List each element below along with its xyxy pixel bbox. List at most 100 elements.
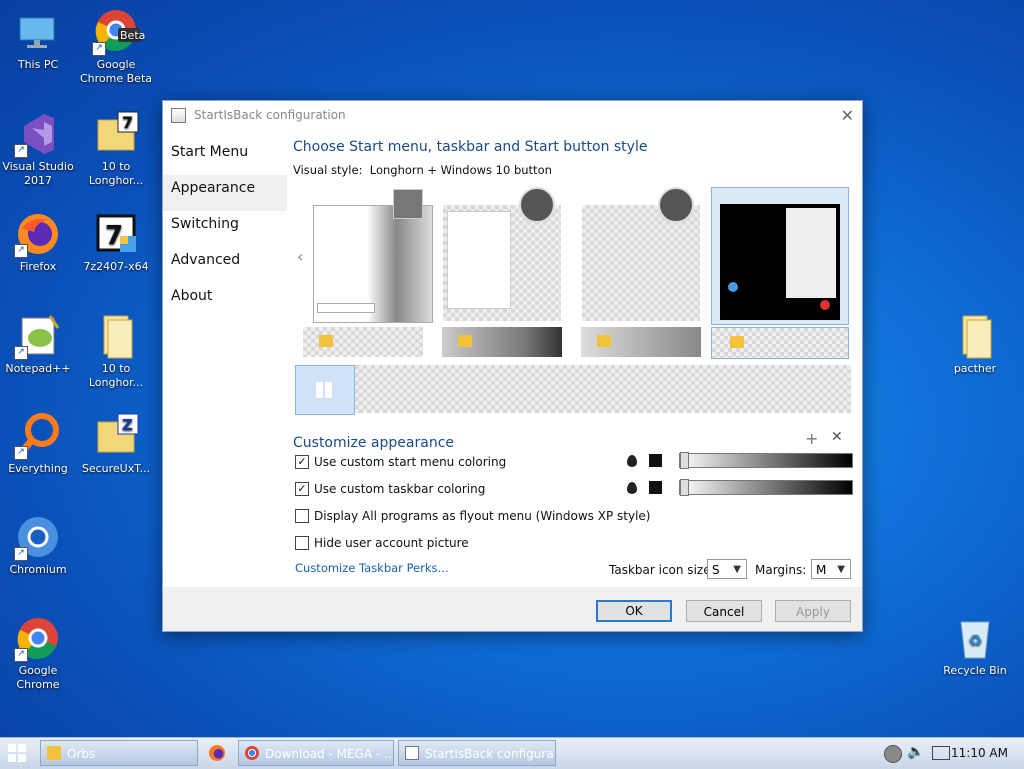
slider-knob[interactable]	[680, 479, 689, 496]
monitor-icon	[14, 8, 62, 56]
7zip-installer-icon: 7	[92, 210, 140, 258]
desktop-icon-recycle-bin[interactable]: ♻ Recycle Bin	[937, 614, 1013, 678]
svg-text:Z: Z	[122, 416, 133, 434]
desktop-icon-label: 10 to Longhor...	[88, 160, 144, 187]
windows-logo-icon	[8, 744, 26, 762]
slider-knob[interactable]	[680, 452, 689, 469]
option-hide-user-picture[interactable]: Hide user account picture	[295, 536, 469, 550]
desktop-icon-label: 7z2407-x64	[83, 260, 149, 273]
desktop-icon-label: This PC	[17, 58, 59, 71]
appearance-panel: Choose Start menu, taskbar and Start but…	[293, 137, 853, 579]
option-start-menu-coloring[interactable]: ✓ Use custom start menu coloring	[295, 455, 506, 469]
nav-item-switching[interactable]: Switching	[163, 211, 287, 247]
network-globe-icon[interactable]	[884, 745, 902, 763]
cancel-button[interactable]: Cancel	[686, 600, 762, 622]
desktop-icon-this-pc[interactable]: This PC	[0, 8, 76, 72]
folder-icon	[458, 335, 472, 347]
desktop-icon-firefox[interactable]: ↗ Firefox	[0, 210, 76, 274]
shortcut-arrow-icon: ↗	[14, 244, 28, 258]
clock[interactable]: 11:10 AM	[951, 746, 1008, 760]
ok-button[interactable]: OK	[596, 600, 672, 622]
visual-style-value: Longhorn + Windows 10 button	[369, 163, 552, 177]
nav-item-about[interactable]: About	[163, 283, 287, 319]
firefox-icon[interactable]	[209, 745, 225, 761]
start-menu-color-slider[interactable]	[679, 452, 853, 469]
side-nav: Start Menu Appearance Switching Advanced…	[163, 139, 287, 319]
color-swatch[interactable]	[649, 481, 662, 494]
chromium-icon: ↗	[14, 513, 62, 561]
desktop-icon-10-to-longhorn-2[interactable]: 10 to Longhor...	[78, 312, 154, 390]
icon-size-select[interactable]: S ▼	[707, 559, 747, 579]
checkbox-unchecked-icon[interactable]	[295, 509, 309, 523]
taskbar-thumb-3[interactable]	[581, 327, 701, 357]
nav-item-advanced[interactable]: Advanced	[163, 247, 287, 283]
margins-select[interactable]: M ▼	[811, 559, 851, 579]
start-button[interactable]	[8, 744, 26, 762]
style-thumb-2[interactable]	[443, 187, 561, 321]
title-bar[interactable]: StartIsBack configuration	[163, 101, 862, 129]
magnifier-icon: ↗	[14, 412, 62, 460]
checkbox-unchecked-icon[interactable]	[295, 536, 309, 550]
desktop-icon-everything[interactable]: ↗ Everything	[0, 412, 76, 476]
remove-icon[interactable]: ✕	[831, 429, 843, 445]
desktop-icon-7zip[interactable]: 7 7 7z2407-x64	[78, 210, 154, 274]
taskbar-thumb-4-selected[interactable]	[711, 327, 849, 359]
color-swatch[interactable]	[649, 454, 662, 467]
svg-text:7: 7	[122, 113, 133, 132]
desktop-icon-notepadpp[interactable]: ↗ Notepad++	[0, 312, 76, 376]
desktop-icon-label: pacther	[953, 362, 997, 375]
taskbar-color-slider[interactable]	[679, 479, 853, 496]
taskbar-item-mega[interactable]: Download - MEGA - ...	[238, 740, 394, 766]
desktop-icon-10-to-longhorn-1[interactable]: 7 10 to Longhor...	[78, 110, 154, 188]
chevron-down-icon: ▼	[837, 564, 845, 575]
style-thumb-1[interactable]	[313, 187, 433, 323]
option-label: Use custom start menu coloring	[314, 455, 507, 469]
style-thumb-4-selected[interactable]	[711, 187, 849, 325]
folder-icon	[597, 335, 611, 347]
desktop-icon-pacther[interactable]: pacther	[937, 312, 1013, 376]
app-icon	[171, 107, 186, 123]
icon-size-value: S	[712, 563, 720, 577]
opacity-drop-icon[interactable]	[627, 482, 637, 494]
folder-icon	[730, 336, 744, 348]
folder-icon	[47, 746, 61, 760]
style-thumb-3[interactable]	[582, 187, 700, 321]
shortcut-arrow-icon: ↗	[14, 648, 28, 662]
option-taskbar-coloring[interactable]: ✓ Use custom taskbar coloring	[295, 482, 485, 496]
start-button-preview[interactable]	[295, 365, 355, 415]
add-icon[interactable]: +	[805, 429, 818, 448]
customize-taskbar-perks-link[interactable]: Customize Taskbar Perks...	[295, 561, 449, 575]
desktop-icon-visual-studio[interactable]: ↗ Visual Studio 2017	[0, 110, 76, 188]
desktop-icon-label: Notepad++	[5, 362, 71, 375]
option-flyout-menu[interactable]: Display All programs as flyout menu (Win…	[295, 509, 650, 523]
start-button-strip	[295, 365, 851, 415]
desktop-icon-label: 10 to Longhor...	[88, 362, 144, 389]
network-icon[interactable]	[932, 746, 950, 760]
taskbar-thumb-2[interactable]	[442, 327, 562, 357]
taskbar: Orbs Download - MEGA - ... StartIsBack c…	[0, 737, 1024, 769]
taskbar-thumb-1[interactable]	[303, 327, 423, 357]
taskbar-item-orbs[interactable]: Orbs	[40, 740, 198, 766]
nav-item-start-menu[interactable]: Start Menu	[163, 139, 287, 175]
chrome-icon: ↗	[14, 614, 62, 662]
desktop-icon-label: Visual Studio 2017	[2, 160, 74, 187]
speaker-muted-icon[interactable]: 🔈	[907, 744, 924, 760]
nav-item-appearance[interactable]: Appearance	[163, 175, 287, 211]
apply-button[interactable]: Apply	[775, 600, 851, 622]
checkbox-checked-icon[interactable]: ✓	[295, 482, 309, 496]
dialog-footer: OK Cancel Apply	[163, 587, 862, 631]
user-picture-icon	[519, 187, 555, 223]
opacity-drop-icon[interactable]	[627, 455, 637, 467]
taskbar-item-startisback[interactable]: StartIsBack configura...	[398, 740, 556, 766]
zip-folder-icon: 7	[92, 110, 140, 158]
desktop-icon-google-chrome[interactable]: ↗ Google Chrome	[0, 614, 76, 692]
desktop-icon-chrome-beta[interactable]: Beta ↗ Google Chrome Beta	[78, 8, 154, 86]
checkbox-checked-icon[interactable]: ✓	[295, 455, 309, 469]
desktop-icon-chromium[interactable]: ↗ Chromium	[0, 513, 76, 577]
beta-badge: Beta	[120, 29, 146, 42]
desktop-icon-secureuxt[interactable]: Z SecureUxT...	[78, 412, 154, 476]
desktop-icon-label: Recycle Bin	[943, 664, 1007, 677]
close-icon[interactable]: ✕	[841, 106, 854, 125]
shortcut-arrow-icon: ↗	[14, 144, 28, 158]
desktop-icon-label: SecureUxT...	[81, 462, 151, 475]
